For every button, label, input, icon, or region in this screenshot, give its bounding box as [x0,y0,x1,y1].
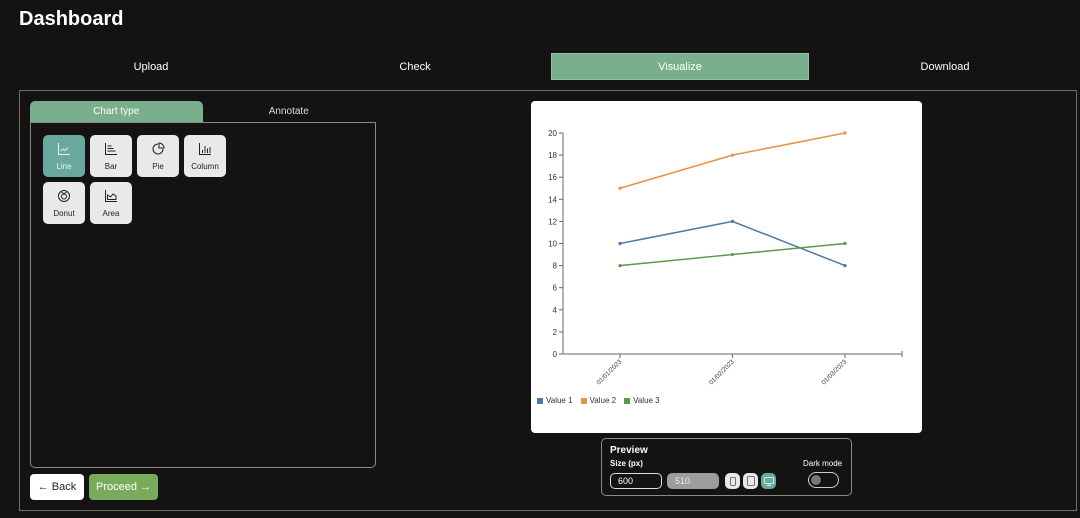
tab-check[interactable]: Check [287,53,543,80]
proceed-button[interactable]: Proceed → [89,474,158,500]
back-button[interactable]: ← Back [30,474,84,500]
area-chart-icon [105,189,117,202]
chart-type-pie[interactable]: Pie [137,135,179,177]
y-tick-label: 20 [548,129,557,138]
tab-visualize[interactable]: Visualize [551,53,809,80]
bar-chart-icon [105,142,117,155]
legend-label: Value 3 [633,396,660,405]
tab-upload[interactable]: Upload [23,53,279,80]
y-tick-label: 2 [553,328,558,337]
y-tick-label: 16 [548,173,557,182]
data-point [843,241,847,246]
tablet-view-button[interactable] [743,473,758,489]
series-line-value-1 [619,220,846,267]
tablet-icon [746,476,755,486]
legend-item: Value 1 [537,396,573,405]
chart-type-area[interactable]: Area [90,182,132,224]
preview-title: Preview [610,445,648,456]
chart-type-label: Area [102,208,120,218]
chart-type-panel: Line Bar Pie Column Donut Area [30,122,376,468]
chart-type-column[interactable]: Column [184,135,226,177]
column-chart-icon [199,142,211,155]
y-tick-label: 10 [548,240,557,249]
data-point [843,131,847,135]
chart-preview-card: 0 2 4 6 8 10 12 14 16 18 20 01/01/2023 01/02/2023 01/… [531,101,922,433]
mobile-view-button[interactable] [725,473,740,489]
chart-type-bar[interactable]: Bar [90,135,132,177]
chart-type-label: Column [191,161,219,171]
preview-settings: Preview Size (px) Dark mode [601,438,852,496]
sub-tabs: Chart type Annotate [30,101,375,122]
y-tick-label: 4 [553,306,558,315]
line-chart: 0 2 4 6 8 10 12 14 16 18 20 01/01/2023 01/02/2023 01/… [548,129,903,386]
legend-label: Value 1 [546,396,573,405]
data-point [618,241,622,246]
chart-type-label: Line [56,161,72,171]
legend-label: Value 2 [589,396,617,405]
legend-item: Value 2 [580,396,617,405]
height-input[interactable] [667,473,719,489]
x-tick-label: 01/01/2023 [595,358,623,386]
dark-mode-label: Dark mode [803,459,843,468]
y-tick-label: 18 [548,151,557,160]
data-point [843,264,847,268]
chart-legend: Value 1 Value 2 Value 3 [537,396,660,405]
legend-swatch [537,397,543,404]
x-tick-label: 01/03/2023 [820,358,848,386]
tab-download[interactable]: Download [817,53,1073,80]
data-point [730,219,735,223]
tab-annotate[interactable]: Annotate [203,101,376,122]
chart-type-donut[interactable]: Donut [43,182,85,224]
data-point [730,153,735,157]
y-tick-label: 6 [553,284,558,293]
series-line-value-2 [619,132,846,189]
data-point [730,252,735,257]
data-point [618,264,622,268]
width-input[interactable] [610,473,662,489]
desktop-icon [763,476,774,486]
legend-swatch [580,397,587,404]
donut-chart-icon [58,189,70,202]
dark-mode-toggle[interactable] [808,472,839,488]
step-tabs: Upload Check Visualize Download [19,53,1077,80]
legend-swatch [624,397,631,404]
tab-chart-type[interactable]: Chart type [30,101,203,122]
y-tick-label: 12 [548,217,557,226]
legend-item: Value 3 [624,396,660,405]
chart-type-label: Bar [104,161,118,171]
data-point [618,186,622,190]
x-tick-label: 01/02/2023 [708,358,736,386]
chart-type-label: Pie [152,161,164,171]
toggle-knob [811,475,821,485]
desktop-view-button[interactable] [761,473,776,489]
pie-chart-icon [152,141,165,154]
mobile-icon [729,476,736,486]
line-chart-icon [58,142,70,155]
chart-type-line[interactable]: Line [43,135,85,177]
y-tick-label: 0 [553,350,558,359]
size-label: Size (px) [610,459,643,468]
chart-type-label: Donut [53,208,75,218]
page-title: Dashboard [19,8,124,30]
y-tick-label: 8 [553,262,558,271]
y-tick-label: 14 [548,195,557,204]
